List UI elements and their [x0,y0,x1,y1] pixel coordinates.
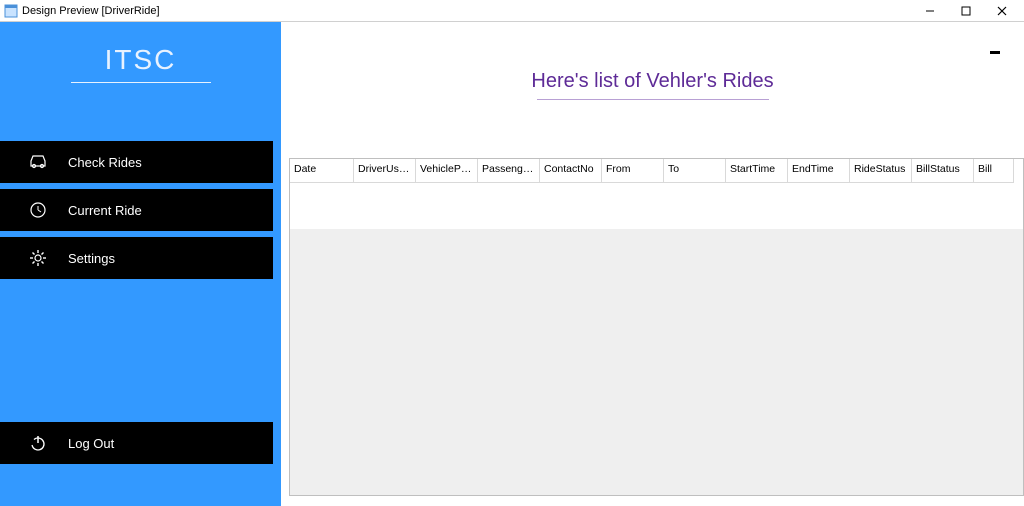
nav-current-ride[interactable]: Current Ride [0,189,273,231]
window-minimize-button[interactable] [912,0,948,22]
nav-label: Current Ride [68,203,142,218]
nav-settings[interactable]: Settings [0,237,273,279]
table-column-header[interactable]: From [602,159,664,183]
table-column-header[interactable]: EndTime [788,159,850,183]
car-icon [28,152,48,172]
window-title: Design Preview [DriverRide] [22,5,160,17]
titlebar: Design Preview [DriverRide] [0,0,1024,22]
table-column-header[interactable]: Bill [974,159,1014,183]
table-header-row: DateDriverUsern...VehiclePlateNoPassenge… [290,159,1023,183]
nav-label: Settings [68,251,115,266]
sidebar: ITSC Check Rides Current Ride Settings [0,22,281,506]
table-column-header[interactable]: PassengerUs... [478,159,540,183]
nav-label: Log Out [68,436,114,451]
rides-table[interactable]: DateDriverUsern...VehiclePlateNoPassenge… [289,158,1024,496]
heading-underline [537,99,769,100]
table-column-header[interactable]: DriverUsern... [354,159,416,183]
table-body [290,183,1023,229]
app-icon [4,4,18,18]
content-area: Here's list of Vehler's Rides DateDriver… [281,22,1024,506]
nav-check-rides[interactable]: Check Rides [0,141,273,183]
table-column-header[interactable]: StartTime [726,159,788,183]
nav: Check Rides Current Ride Settings [0,141,281,279]
table-column-header[interactable]: BillStatus [912,159,974,183]
inner-minimize-button[interactable] [988,40,1002,54]
table-column-header[interactable]: Date [290,159,354,183]
heading-wrap: Here's list of Vehler's Rides [281,22,1024,100]
table-column-header[interactable]: VehiclePlateNo [416,159,478,183]
table-column-header[interactable]: To [664,159,726,183]
brand-underline [71,82,211,83]
power-icon [28,433,48,453]
app-body: ITSC Check Rides Current Ride Settings [0,22,1024,506]
nav-logout[interactable]: Log Out [0,422,273,464]
page-heading: Here's list of Vehler's Rides [531,70,773,97]
gear-icon [28,248,48,268]
brand-title: ITSC [0,22,281,76]
window-maximize-button[interactable] [948,0,984,22]
nav-label: Check Rides [68,155,142,170]
table-column-header[interactable]: ContactNo [540,159,602,183]
clock-icon [28,200,48,220]
window-close-button[interactable] [984,0,1020,22]
table-column-header[interactable]: RideStatus [850,159,912,183]
